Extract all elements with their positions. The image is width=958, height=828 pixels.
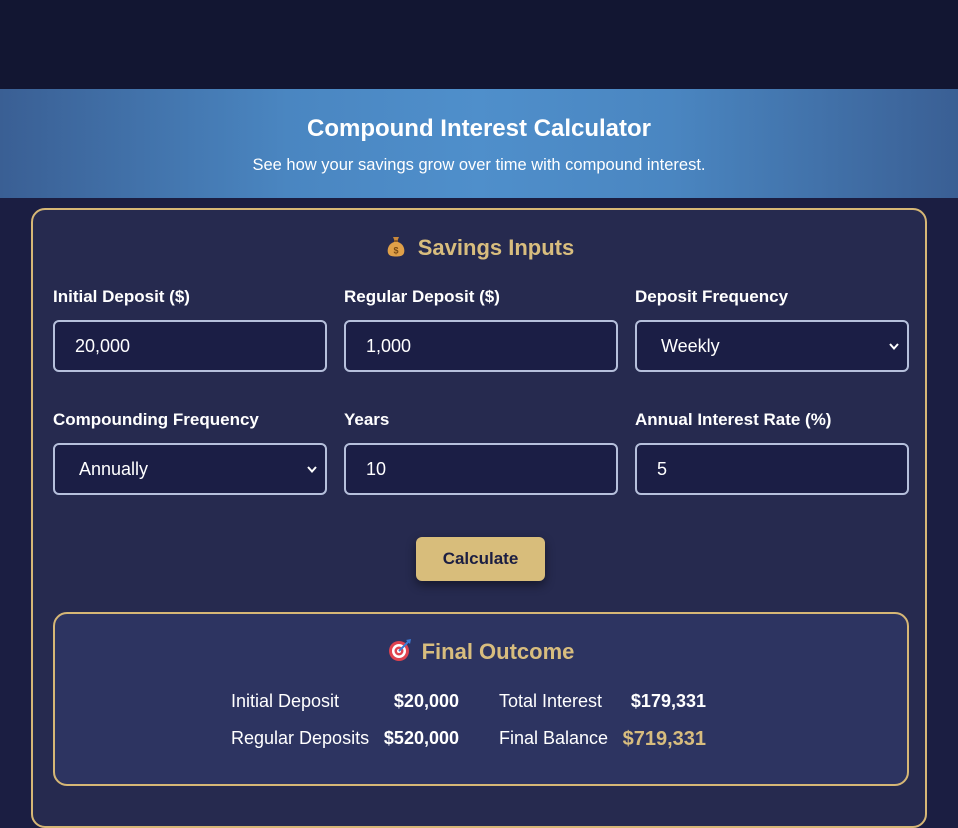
compounding-frequency-select[interactable]: Annually <box>53 443 327 495</box>
interest-rate-input[interactable] <box>635 443 909 495</box>
top-band <box>0 0 958 89</box>
svg-text:$: $ <box>393 246 398 256</box>
calculate-button[interactable]: Calculate <box>416 537 545 581</box>
regular-deposit-input[interactable] <box>344 320 618 372</box>
initial-deposit-input[interactable] <box>53 320 327 372</box>
regular-deposit-label: Regular Deposit ($) <box>344 287 500 306</box>
final-outcome-heading: Final Outcome <box>55 638 907 668</box>
chevron-down-icon <box>889 343 899 351</box>
total-interest-result-value: $179,331 <box>630 691 706 711</box>
initial-deposit-result-label: Initial Deposit <box>231 691 340 711</box>
years-label: Years <box>344 410 390 429</box>
final-balance-result-label: Final Balance <box>499 728 609 748</box>
final-outcome-panel: Final Outcome Initial Deposit $20,000 Re… <box>53 612 909 786</box>
deposit-frequency-select[interactable]: Weekly <box>635 320 909 372</box>
target-icon <box>388 638 412 668</box>
initial-deposit-result-value: $20,000 <box>393 691 459 711</box>
deposit-frequency-value: Weekly <box>661 335 720 356</box>
final-balance-result-value: $719,331 <box>622 728 706 750</box>
compounding-frequency-value: Annually <box>79 458 149 479</box>
regular-deposits-result-label: Regular Deposits <box>231 728 370 748</box>
total-interest-result-label: Total Interest <box>499 691 603 711</box>
page-title: Compound Interest Calculator <box>306 115 652 142</box>
savings-inputs-heading: $ Savings Inputs <box>33 234 925 264</box>
years-input[interactable] <box>344 443 618 495</box>
page-header: Compound Interest Calculator See how you… <box>0 89 958 198</box>
deposit-frequency-label: Deposit Frequency <box>635 287 789 306</box>
compounding-frequency-label: Compounding Frequency <box>53 410 259 429</box>
money-bag-icon: $ <box>384 234 408 264</box>
savings-inputs-card: $ Savings Inputs Initial Deposit ($) Reg… <box>31 208 927 828</box>
final-outcome-title: Final Outcome <box>421 639 575 664</box>
regular-deposits-result-value: $520,000 <box>383 728 459 748</box>
savings-inputs-title: Savings Inputs <box>417 235 575 260</box>
chevron-down-icon <box>307 466 317 474</box>
interest-rate-label: Annual Interest Rate (%) <box>635 410 832 429</box>
page-subtitle: See how your savings grow over time with… <box>252 156 706 174</box>
initial-deposit-label: Initial Deposit ($) <box>53 287 190 306</box>
